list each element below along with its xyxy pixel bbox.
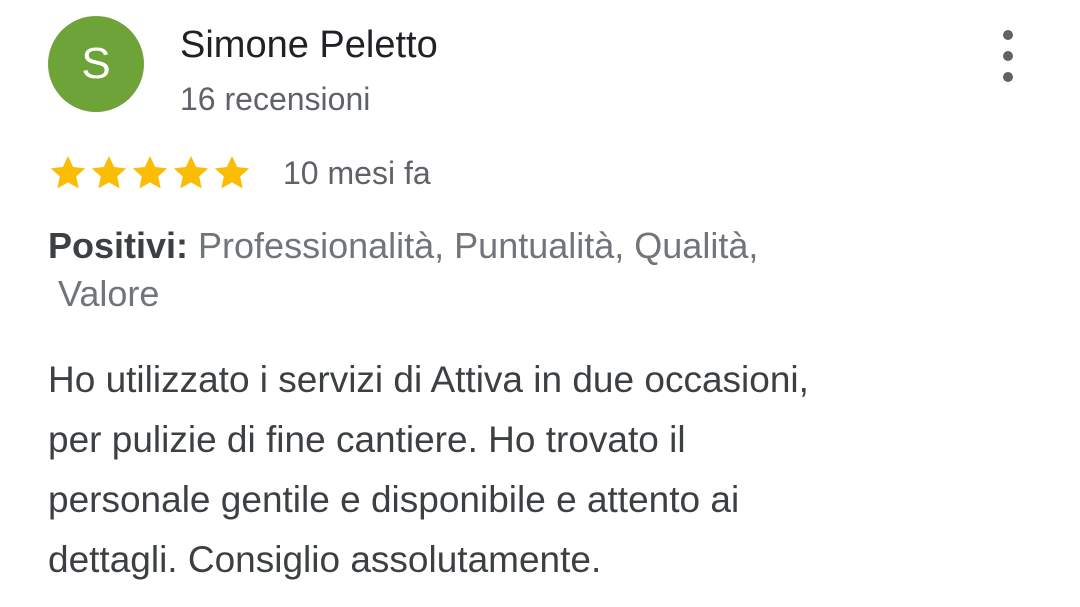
star-icon	[214, 156, 250, 189]
more-options-button[interactable]	[988, 30, 1028, 82]
review-highlights: Positivi: Professionalità, Puntualità, Q…	[48, 222, 948, 318]
review-card: S Simone Peletto 16 recensioni 10 mesi f…	[0, 0, 1080, 607]
highlights-values: Professionalità, Puntualità, Qualità,	[188, 225, 759, 266]
more-vert-icon	[1003, 30, 1013, 40]
review-count: 16 recensioni	[180, 81, 371, 117]
review-time: 10 mesi fa	[283, 155, 431, 191]
rating-row: 10 mesi fa	[48, 150, 431, 196]
review-text-line: per pulizie di fine cantiere. Ho trovato…	[48, 419, 686, 460]
reviewer-name[interactable]: Simone Peletto	[180, 22, 438, 68]
star-icon	[173, 156, 209, 189]
star-icon	[132, 156, 168, 189]
review-text: Ho utilizzato i servizi di Attiva in due…	[48, 350, 1008, 590]
highlights-label: Positivi:	[48, 225, 189, 266]
review-text-line: dettagli. Consiglio assolutamente.	[48, 539, 602, 580]
star-icon	[91, 156, 127, 189]
avatar-initial: S	[81, 39, 111, 88]
highlights-values-continued: Valore	[58, 273, 160, 314]
review-text-line: personale gentile e disponibile e attent…	[48, 479, 740, 520]
avatar[interactable]: S	[48, 16, 144, 112]
star-rating	[48, 153, 253, 193]
star-icon	[50, 156, 86, 189]
review-text-line: Ho utilizzato i servizi di Attiva in due…	[48, 359, 809, 400]
